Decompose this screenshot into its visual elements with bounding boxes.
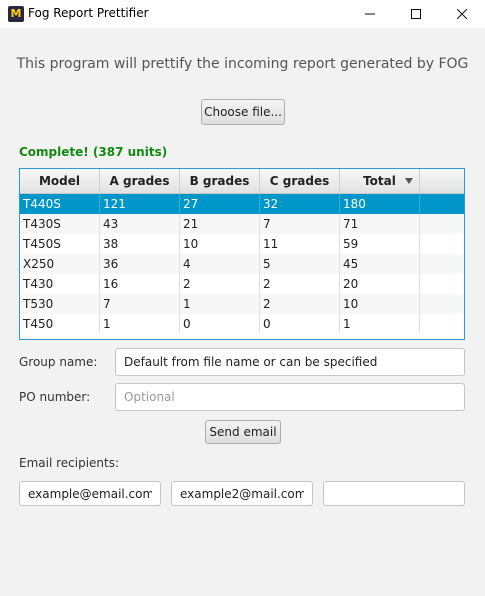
table-cell: 20 [340,274,420,294]
table-cell: 1 [180,294,260,314]
table-cell: 21 [180,214,260,234]
table-cell: T430S [20,214,100,234]
email-recipient-field-2[interactable] [171,481,313,506]
table-cell: 10 [180,234,260,254]
close-icon [457,9,467,19]
table-cell-filler [420,294,464,314]
email-recipient-field-3[interactable] [323,481,465,506]
column-header-total[interactable]: Total [340,169,420,193]
sort-descending-icon [405,178,413,184]
status-message: Complete! (387 units) [19,145,168,159]
table-cell: 7 [260,214,340,234]
table-cell: 43 [100,214,180,234]
choose-file-button[interactable]: Choose file... [201,99,285,125]
table-cell-filler [420,254,464,274]
table-cell: X250 [20,254,100,274]
window-title: Fog Report Prettifier [28,6,149,20]
table-cell: T530 [20,294,100,314]
table-cell: 0 [260,314,340,334]
table-cell: 7 [100,294,180,314]
table-cell: 121 [100,194,180,214]
table-cell: 1 [100,314,180,334]
table-cell: 0 [180,314,260,334]
table-cell: 5 [260,254,340,274]
table-header: Model A grades B grades C grades Total [20,169,464,194]
group-name-field[interactable] [115,348,465,376]
table-cell-filler [420,314,464,334]
table-cell: T440S [20,194,100,214]
table-row[interactable]: T530 7 1 2 10 [20,294,464,314]
table-cell: 45 [340,254,420,274]
table-row[interactable]: T450 1 0 0 1 [20,314,464,334]
table-cell: 36 [100,254,180,274]
table-cell: 71 [340,214,420,234]
table-cell: 16 [100,274,180,294]
table-cell: 2 [260,274,340,294]
intro-text: This program will prettify the incoming … [16,56,469,72]
table-cell: 59 [340,234,420,254]
table-cell-filler [420,274,464,294]
table-cell: 11 [260,234,340,254]
table-cell: T450S [20,234,100,254]
app-icon: M [8,6,24,22]
maximize-button[interactable] [393,0,439,28]
table-cell-filler [420,194,464,214]
table-row[interactable]: T450S 38 10 11 59 [20,234,464,254]
column-header-a-grades[interactable]: A grades [100,169,180,193]
results-table[interactable]: Model A grades B grades C grades Total T… [19,168,465,340]
group-name-label: Group name: [19,355,98,369]
send-email-button[interactable]: Send email [205,420,281,444]
table-cell: 27 [180,194,260,214]
minimize-icon [365,13,375,15]
column-header-b-grades[interactable]: B grades [180,169,260,193]
table-cell: 4 [180,254,260,274]
table-cell: T450 [20,314,100,334]
table-cell: 180 [340,194,420,214]
po-number-label: PO number: [19,390,91,404]
table-cell: 2 [180,274,260,294]
minimize-button[interactable] [347,0,393,28]
table-cell: 38 [100,234,180,254]
column-header-filler [420,169,464,193]
table-cell-filler [420,234,464,254]
email-recipient-field-1[interactable] [19,481,161,506]
close-button[interactable] [439,0,485,28]
table-cell: 2 [260,294,340,314]
table-row[interactable]: X250 36 4 5 45 [20,254,464,274]
column-header-total-label: Total [363,174,396,188]
title-bar: M Fog Report Prettifier [0,0,485,28]
table-cell: 32 [260,194,340,214]
column-header-model[interactable]: Model [20,169,100,193]
table-row[interactable]: T430 16 2 2 20 [20,274,464,294]
table-row[interactable]: T430S 43 21 7 71 [20,214,464,234]
table-cell: 1 [340,314,420,334]
email-recipients-label: Email recipients: [19,456,120,470]
table-cell: 10 [340,294,420,314]
table-cell: T430 [20,274,100,294]
table-cell-filler [420,214,464,234]
maximize-icon [411,9,421,19]
po-number-field[interactable] [115,383,465,411]
table-row[interactable]: T440S 121 27 32 180 [20,194,464,214]
column-header-c-grades[interactable]: C grades [260,169,340,193]
